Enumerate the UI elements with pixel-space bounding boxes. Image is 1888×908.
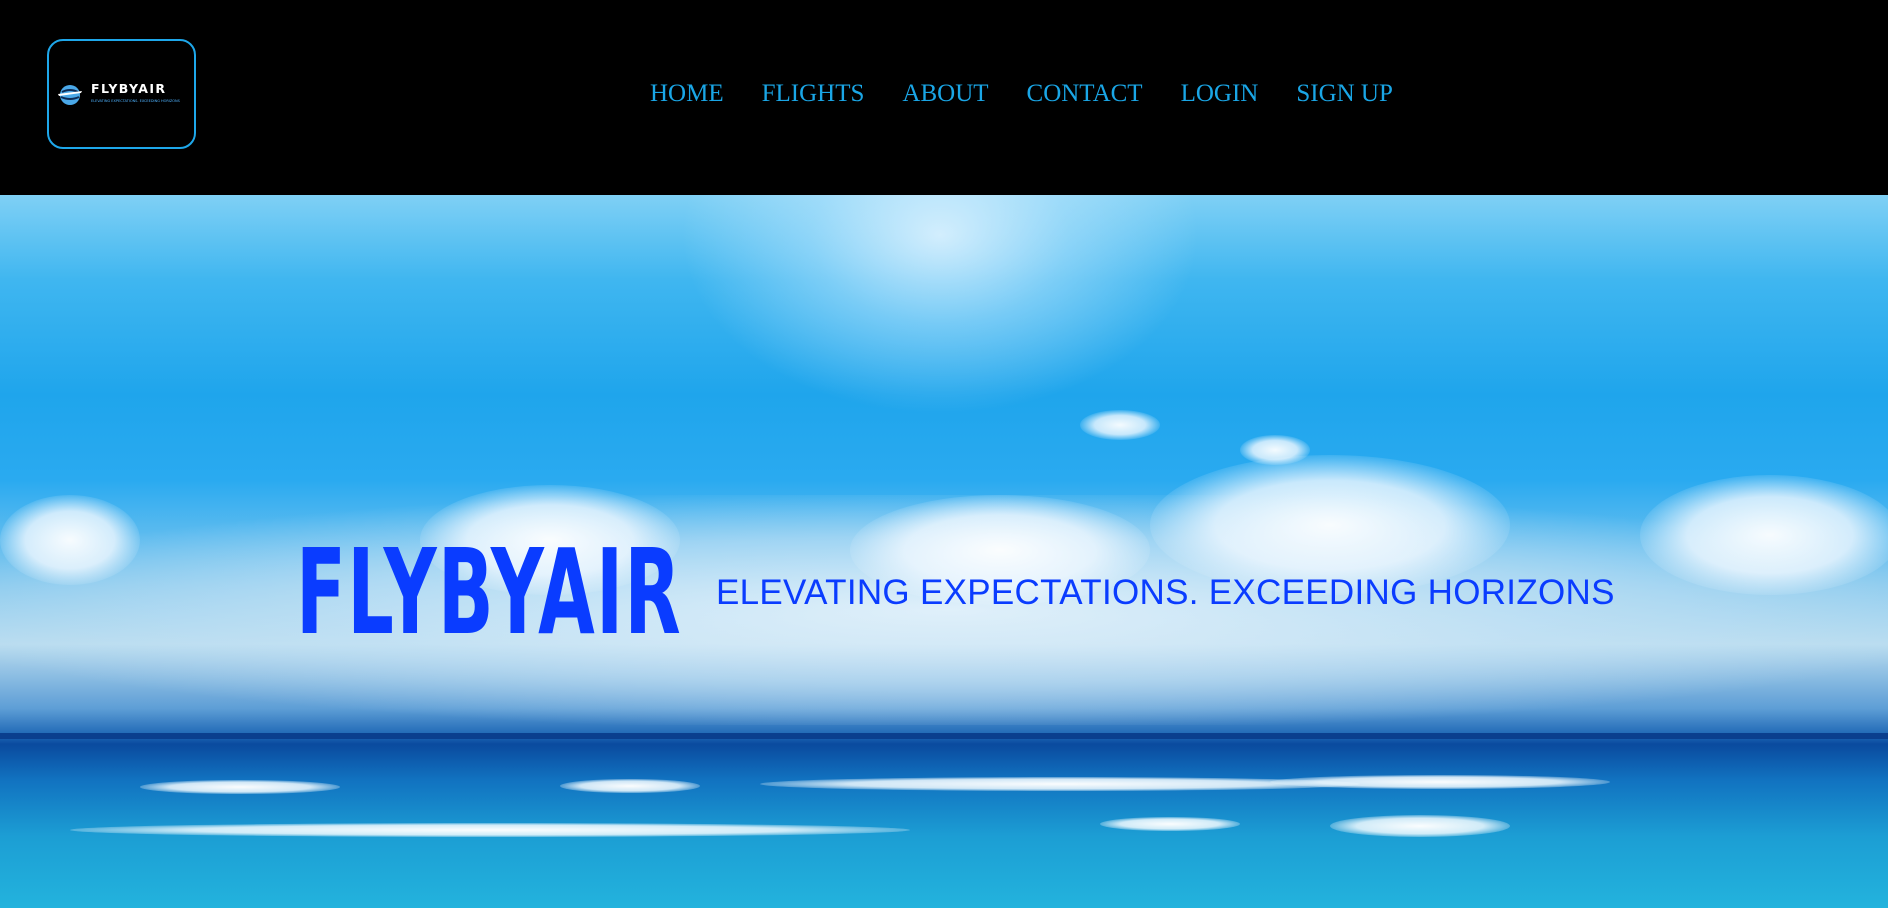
wave: [560, 779, 700, 793]
nav-home-link[interactable]: HOME: [650, 80, 724, 108]
nav-signup-link[interactable]: SIGN UP: [1296, 80, 1393, 108]
logo-tagline: ELEVATING EXPECTATIONS. EXCEEDING HORIZO…: [91, 99, 180, 103]
ocean-horizon: [0, 733, 1888, 739]
sun-glow: [680, 195, 1200, 415]
logo-wordmark: FLYBYAIR: [91, 81, 167, 96]
hero-title: FLYBYAIR: [296, 523, 683, 661]
logo-mark: FLYBYAIR ELEVATING EXPECTATIONS. EXCEEDI…: [57, 79, 189, 111]
wave: [1100, 817, 1240, 831]
wave: [760, 777, 1360, 791]
cloud: [1080, 410, 1160, 440]
nav-contact-link[interactable]: CONTACT: [1027, 80, 1143, 108]
nav-login-link[interactable]: LOGIN: [1181, 80, 1259, 108]
wave: [140, 780, 340, 794]
main-nav: HOME FLIGHTS ABOUT CONTACT LOGIN SIGN UP: [650, 80, 1393, 108]
wave: [1270, 775, 1610, 789]
logo[interactable]: FLYBYAIR ELEVATING EXPECTATIONS. EXCEEDI…: [47, 39, 196, 149]
wave: [1330, 815, 1510, 837]
cloud: [0, 495, 140, 585]
hero-section: FLYBYAIR ELEVATING EXPECTATIONS. EXCEEDI…: [0, 195, 1888, 908]
wave: [70, 823, 910, 837]
hero-tagline: ELEVATING EXPECTATIONS. EXCEEDING HORIZO…: [716, 573, 1615, 612]
cloud: [1640, 475, 1888, 595]
nav-about-link[interactable]: ABOUT: [902, 80, 988, 108]
site-header: FLYBYAIR ELEVATING EXPECTATIONS. EXCEEDI…: [0, 0, 1888, 195]
nav-flights-link[interactable]: FLIGHTS: [762, 80, 865, 108]
globe-plane-icon: [58, 85, 82, 105]
